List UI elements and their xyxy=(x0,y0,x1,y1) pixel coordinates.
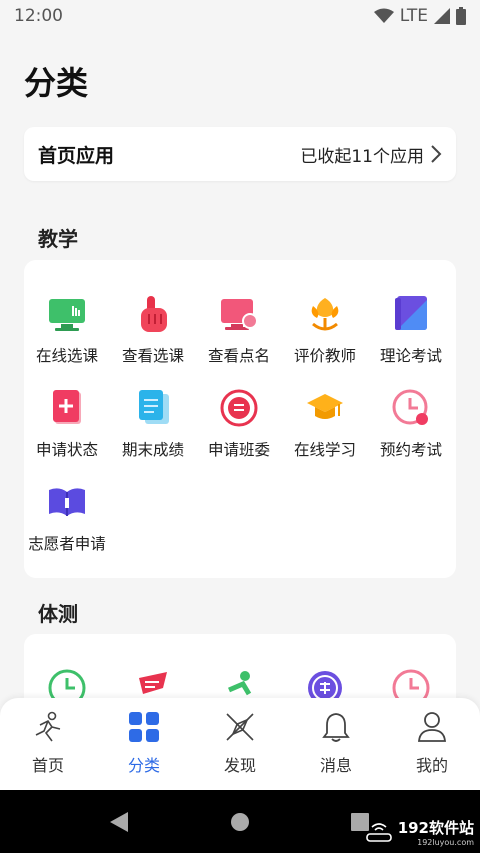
app-final-grades[interactable]: 期末成绩 xyxy=(110,388,196,460)
wifi-icon xyxy=(373,8,394,23)
app-online-course-selection[interactable]: 在线选课 xyxy=(24,294,110,366)
bell-icon xyxy=(322,710,350,744)
nav-label: 发现 xyxy=(223,756,256,775)
nav-category[interactable]: 分类 xyxy=(96,698,192,790)
nav-label: 消息 xyxy=(319,756,352,775)
app-label: 申请状态 xyxy=(35,441,98,459)
home-button[interactable] xyxy=(226,790,254,853)
home-apps-card[interactable]: 首页应用 已收起11个应用 xyxy=(24,127,456,181)
app-application-status[interactable]: 申请状态 xyxy=(24,388,110,460)
nav-discover[interactable]: 发现 xyxy=(192,698,288,790)
app-label: 在线选课 xyxy=(35,347,98,365)
watermark-url: 192luyou.com xyxy=(417,838,474,847)
app-label: 查看点名 xyxy=(207,347,270,365)
app-evaluate-teacher[interactable]: 评价教师 xyxy=(282,294,368,366)
page-title: 分类 xyxy=(24,64,89,102)
status-icons: LTE xyxy=(373,6,466,26)
app-view-course-selection[interactable]: 查看选课 xyxy=(110,294,196,366)
flower-icon xyxy=(305,294,345,334)
graduation-cap-icon xyxy=(305,388,345,428)
section-title-teaching: 教学 xyxy=(38,227,78,251)
nav-label: 分类 xyxy=(127,756,160,775)
section-title-fitness: 体测 xyxy=(38,602,78,626)
status-bar: 12:00 LTE xyxy=(0,0,480,32)
app-online-learning[interactable]: 在线学习 xyxy=(282,388,368,460)
app-label: 期末成绩 xyxy=(121,441,184,459)
app-label: 评价教师 xyxy=(293,347,356,365)
user-icon xyxy=(417,710,447,744)
app-label: 理论考试 xyxy=(379,347,442,365)
home-circle-icon xyxy=(231,812,249,831)
class-committee-icon xyxy=(219,388,259,428)
watermark: 192软件站 192luyou.com xyxy=(365,817,474,847)
grid-icon xyxy=(128,710,160,744)
nav-messages[interactable]: 消息 xyxy=(288,698,384,790)
nav-home[interactable]: 首页 xyxy=(0,698,96,790)
app-label: 查看选课 xyxy=(121,347,184,365)
teaching-card: 在线选课 查看选课 查看点名 评价教师 理论考试 申请状态 期末成绩 申请班委 … xyxy=(24,260,456,578)
back-triangle-icon xyxy=(110,811,128,832)
app-theory-exam[interactable]: 理论考试 xyxy=(368,294,454,366)
app-view-roll-call[interactable]: 查看点名 xyxy=(196,294,282,366)
exam-book-icon xyxy=(391,294,431,334)
nav-label: 我的 xyxy=(415,756,448,775)
grade-sheet-icon xyxy=(133,388,173,428)
status-time: 12:00 xyxy=(14,6,63,26)
app-label: 志愿者申请 xyxy=(28,535,106,553)
app-label: 预约考试 xyxy=(379,441,442,459)
signal-icon xyxy=(434,8,450,24)
back-button[interactable] xyxy=(104,790,134,853)
home-apps-summary: 已收起11个应用 xyxy=(300,146,424,167)
nav-profile[interactable]: 我的 xyxy=(384,698,480,790)
monitor-icon xyxy=(47,294,87,334)
chevron-right-icon xyxy=(431,145,442,163)
roll-call-icon xyxy=(219,294,259,334)
nav-label: 首页 xyxy=(31,756,64,775)
clock-icon xyxy=(391,388,431,428)
home-apps-summary-group: 已收起11个应用 xyxy=(300,142,442,167)
system-nav-bar: 192软件站 192luyou.com xyxy=(0,790,480,853)
app-label: 申请班委 xyxy=(207,441,270,459)
runner-nav-icon xyxy=(32,710,64,744)
application-status-icon xyxy=(47,388,87,428)
volunteer-book-icon xyxy=(47,482,87,522)
network-label: LTE xyxy=(399,6,428,26)
app-apply-class-committee[interactable]: 申请班委 xyxy=(196,388,282,460)
watermark-name: 192软件站 xyxy=(397,819,474,837)
battery-icon xyxy=(456,7,466,25)
home-apps-title: 首页应用 xyxy=(38,144,115,167)
router-logo-icon xyxy=(365,823,392,842)
app-volunteer-application[interactable]: 志愿者申请 xyxy=(24,482,110,554)
app-label: 在线学习 xyxy=(293,441,356,459)
compass-icon xyxy=(224,710,256,744)
bottom-nav: 首页 分类 发现 消息 我的 xyxy=(0,698,480,790)
hand-pointer-icon xyxy=(133,294,173,334)
app-book-exam[interactable]: 预约考试 xyxy=(368,388,454,460)
